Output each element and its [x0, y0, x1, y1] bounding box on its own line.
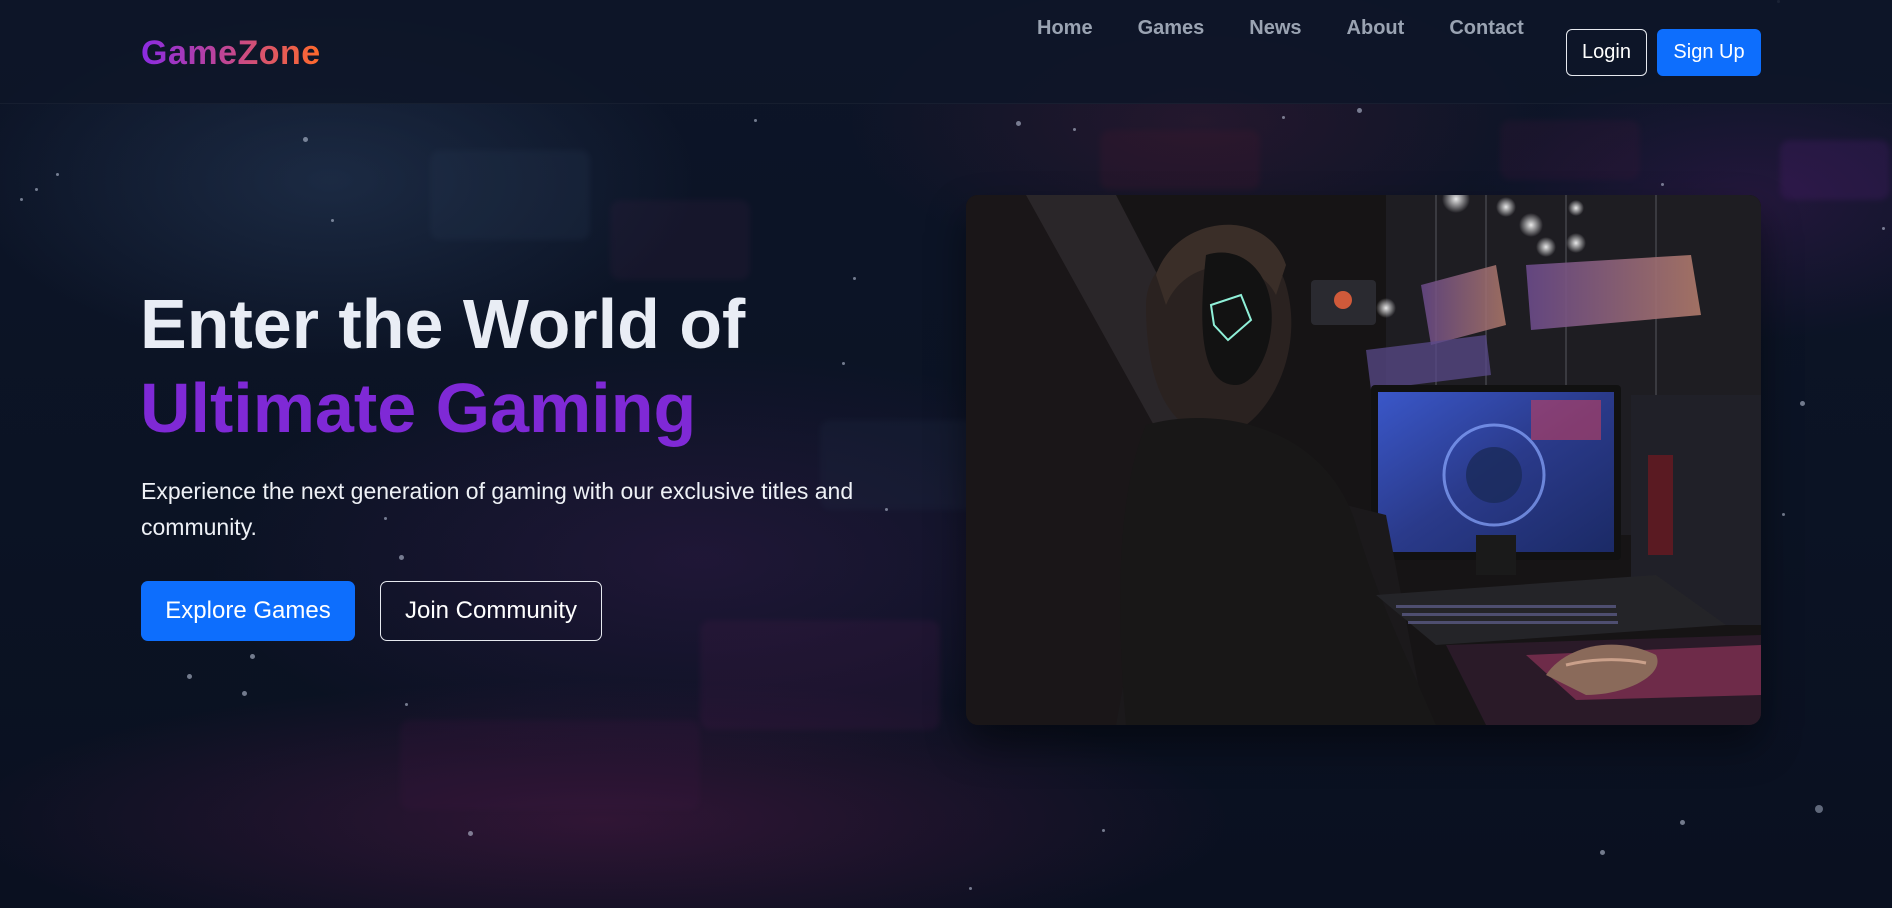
nav-games[interactable]: Games	[1138, 16, 1205, 40]
login-button[interactable]: Login	[1566, 29, 1647, 76]
nav-news[interactable]: News	[1249, 16, 1301, 40]
hero-title: Enter the World of Ultimate Gaming	[140, 282, 745, 450]
join-community-button[interactable]: Join Community	[380, 581, 602, 641]
nav-home[interactable]: Home	[1037, 16, 1093, 40]
brand-logo[interactable]: GameZone	[141, 34, 321, 73]
hero-title-line1: Enter the World of	[140, 285, 746, 363]
hero-title-accent: Ultimate Gaming	[140, 369, 697, 447]
gamer-photo-image	[966, 195, 1761, 725]
nav-contact[interactable]: Contact	[1449, 16, 1523, 40]
main-nav: Home Games News About Contact	[1037, 16, 1569, 40]
explore-games-button[interactable]: Explore Games	[141, 581, 355, 641]
top-navbar: GameZone Home Games News About Contact L…	[0, 0, 1892, 104]
gamer-scene-illustration	[966, 195, 1761, 725]
hero-description: Experience the next generation of gaming…	[141, 478, 854, 540]
signup-button[interactable]: Sign Up	[1657, 29, 1761, 76]
nav-about[interactable]: About	[1347, 16, 1405, 40]
